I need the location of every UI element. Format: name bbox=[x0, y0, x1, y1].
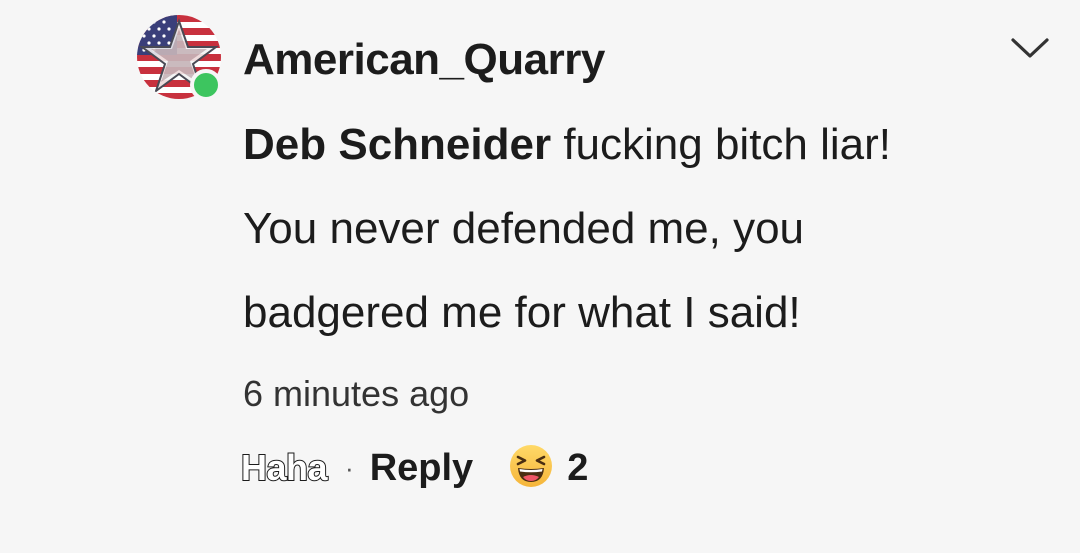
mention-link[interactable]: Deb Schneider bbox=[243, 120, 551, 169]
comment-author[interactable]: American_Quarry bbox=[243, 32, 605, 88]
online-status-indicator bbox=[190, 69, 222, 101]
chevron-down-icon[interactable] bbox=[1008, 30, 1052, 64]
comment-body: Deb Schneider fucking bitch liar! You ne… bbox=[243, 103, 973, 355]
reaction-summary[interactable]: 2 bbox=[509, 444, 588, 493]
reply-button[interactable]: Reply bbox=[370, 447, 473, 490]
react-button[interactable]: Haha bbox=[240, 446, 329, 489]
comment-actions: Haha · Reply 2 bbox=[240, 440, 588, 496]
comment-timestamp[interactable]: 6 minutes ago bbox=[243, 372, 469, 416]
comment: American_Quarry Deb Schneider fucking bi… bbox=[0, 0, 1080, 553]
action-separator: · bbox=[345, 452, 354, 483]
laughing-face-icon bbox=[509, 444, 553, 493]
reaction-count: 2 bbox=[567, 446, 589, 489]
